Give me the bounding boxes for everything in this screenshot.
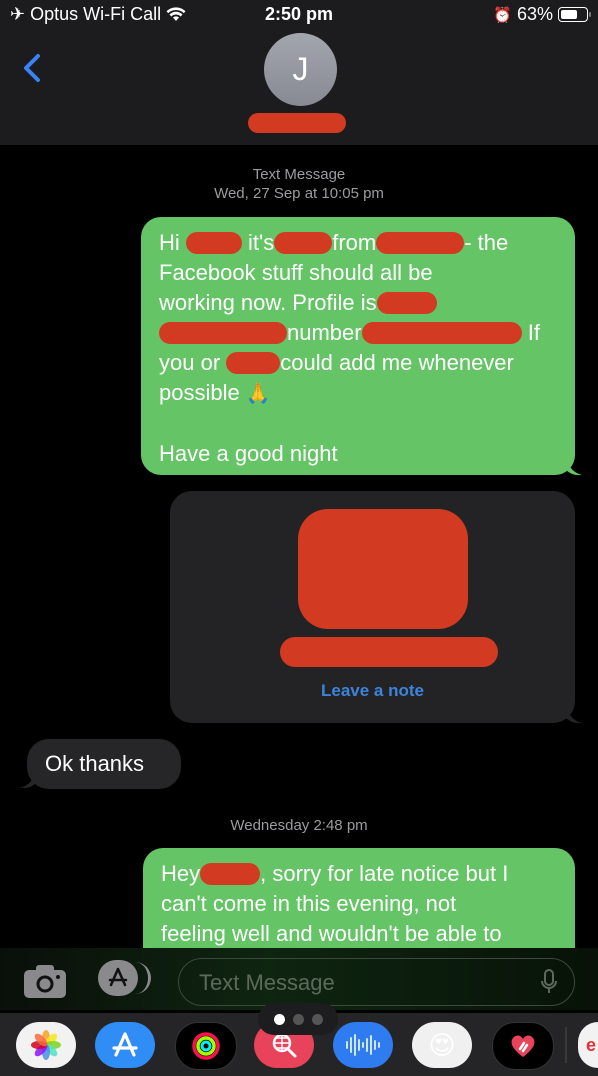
status-bar: ✈ Optus Wi-Fi Call 2:50 pm ⏰ 63% [0,0,598,28]
app-activity[interactable] [175,1022,237,1070]
leave-a-note-link[interactable]: Leave a note [170,681,575,701]
page-dot [273,1013,285,1025]
redaction [376,232,465,254]
app-store-icon [108,967,128,987]
contact-avatar[interactable]: J [264,33,337,106]
battery-percent: 63% [516,4,553,24]
app-app-store[interactable] [95,1022,155,1068]
contact-name-redaction[interactable] [248,113,346,133]
bubble-tail [566,458,582,476]
msg-text: Hey [161,861,201,886]
folded-hands-emoji: 🙏 [245,383,271,405]
msg-text: feeling well and wouldn't be able to [161,921,502,946]
msg-text: working now. Profile is [159,290,377,315]
app-photos[interactable] [16,1022,76,1068]
app-digital-touch[interactable] [492,1022,554,1070]
msg-text: - the [464,230,509,255]
ebay-logo-icon: e [586,1034,597,1055]
bubble-tail [20,771,36,789]
msg-text: from [332,230,377,255]
waveform-icon [346,1034,380,1056]
microphone-icon[interactable] [540,969,558,995]
app-memoji[interactable]: 😍 [412,1022,472,1068]
conversation-header: ✈ Optus Wi-Fi Call 2:50 pm ⏰ 63% J [0,0,598,145]
msg-text: , sorry for late notice but I [260,861,509,886]
msg-text: could add me whenever [280,350,514,375]
msg-text: can't come in this evening, not [161,891,457,916]
redaction [159,322,287,344]
alarm-icon: ⏰ [493,6,512,24]
bubble-tail [566,706,582,724]
msg-text: Facebook stuff should all be [159,260,433,285]
battery-icon [558,7,591,22]
thread-header-2: Wednesday 2:48 pm [230,817,368,834]
page-dot [292,1013,304,1025]
redaction [185,232,242,254]
msg-text: it's [248,230,275,255]
message-type-label: Text Message [252,166,346,183]
incoming-message[interactable]: Ok thanks [27,739,181,789]
msg-text: Ok thanks [45,751,145,776]
msg-text: Hi [159,230,180,255]
memoji-icon: 😍 [428,1029,456,1060]
message-input-placeholder: Text Message [199,970,335,995]
app-drawer-toggle-arc [128,962,151,994]
message-timestamp: Wed, 27 Sep at 10:05 pm [214,185,384,202]
camera-icon[interactable] [22,964,68,1000]
contact-photo-redaction [298,509,468,629]
avatar-initial: J [292,51,309,87]
thread-header-1: Text Message Wed, 27 Sep at 10:05 pm [0,165,598,203]
contact-card-message[interactable]: Leave a note [170,491,575,723]
msg-text: you or [159,350,221,375]
activity-rings-icon [192,1032,220,1060]
redaction [274,232,333,254]
back-chevron-icon[interactable] [18,50,48,86]
contact-name-redaction [280,637,498,667]
msg-text: number [287,320,362,345]
app-audio-messages[interactable] [333,1022,393,1068]
msg-text: possible [159,380,240,405]
msg-text: Have a good night [159,441,338,466]
redaction [226,352,281,374]
redaction [376,292,437,314]
page-dot [311,1013,323,1025]
redaction [200,863,261,885]
app-store-icon [112,1032,138,1057]
message-input[interactable]: Text Message [178,958,575,1006]
page-indicator[interactable] [258,1003,338,1035]
photos-icon [31,1030,61,1060]
outgoing-message-1[interactable]: Hi it's from - the Facebook stuff should a… [141,217,575,475]
redaction [361,322,522,344]
msg-text: If [527,320,540,345]
heart-icon [511,1035,535,1057]
drawer-divider [565,1027,567,1063]
